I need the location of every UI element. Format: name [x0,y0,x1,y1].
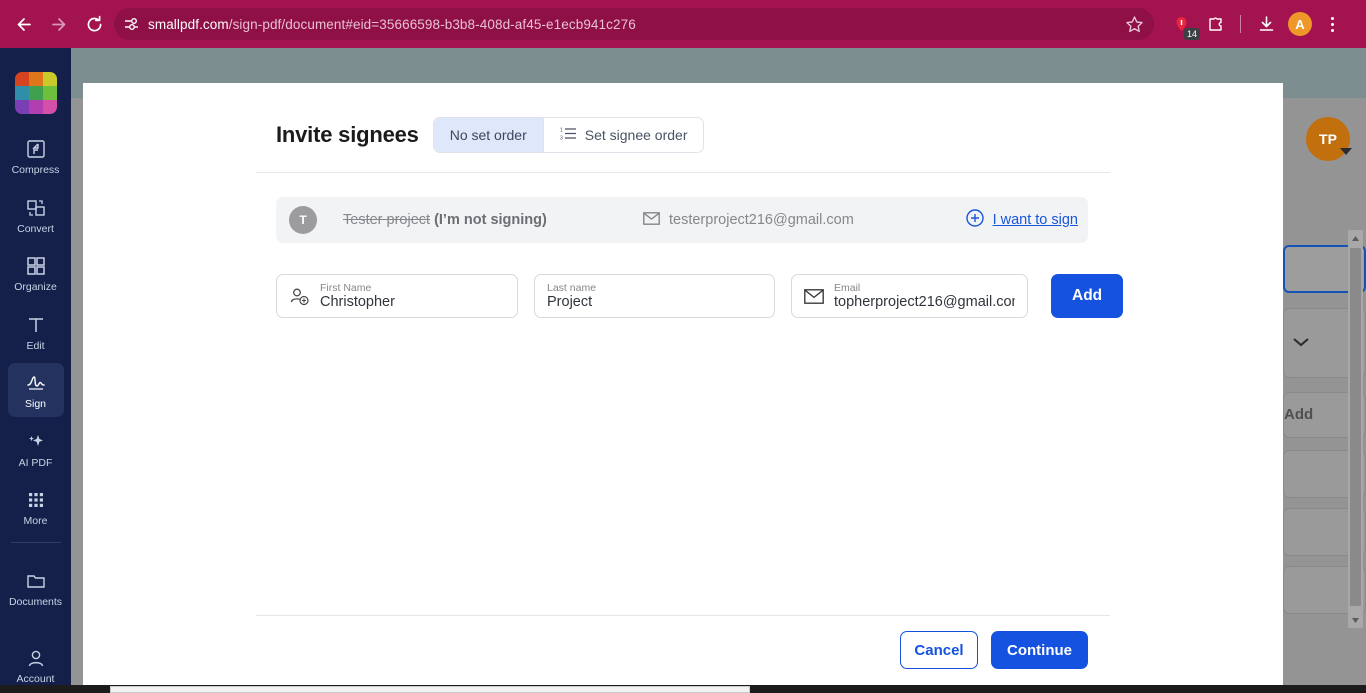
signee-name: Tester project (I’m not signing) [343,212,643,228]
organize-icon [25,255,47,277]
screen: TP Add Compress Convert Organize Edit Si… [0,0,1366,693]
envelope-icon [804,288,824,304]
grid-dots-icon [25,489,47,511]
url-host: smallpdf.com [148,16,229,32]
toolbar-actions: 14 A [1166,8,1345,40]
signee-email: testerproject216@gmail.com [643,211,854,229]
scroll-down-arrow-icon[interactable] [1348,612,1363,628]
kebab-menu-icon[interactable] [1319,9,1345,39]
sidebar-item-label: Account [16,673,55,685]
url-text: smallpdf.com/sign-pdf/document#eid=35666… [148,17,636,32]
scroll-up-arrow-icon[interactable] [1348,230,1363,246]
tab-set-signee-order[interactable]: 1 3 Set signee order [543,118,704,152]
modal-divider-top [256,172,1110,173]
sidebar-item-label: More [23,515,48,527]
chevron-down-icon [1293,338,1309,347]
sidebar-item-more[interactable]: More [8,480,64,534]
forward-arrow-icon[interactable] [44,10,72,38]
signee-row: T Tester project (I’m not signing) teste… [276,197,1088,243]
sidebar-item-organize[interactable]: Organize [8,246,64,300]
plus-circle-icon [965,209,984,231]
compress-icon [25,138,47,160]
sidebar-item-documents[interactable]: Documents [8,561,64,615]
envelope-icon [643,211,660,229]
sidebar-item-label: Sign [24,398,46,410]
taskbar-window [110,686,750,693]
sidebar-item-account[interactable]: Account [8,638,64,692]
i-want-to-sign-button[interactable]: I want to sign [965,209,1078,231]
sidebar-item-convert[interactable]: Convert [8,188,64,242]
sidebar-item-compress[interactable]: Compress [8,129,64,183]
background-add-label: Add [1284,406,1314,423]
signee-not-signing-note: (I’m not signing) [434,212,547,228]
account-caret-icon[interactable] [1340,148,1352,155]
sparkles-icon [25,431,47,453]
download-icon[interactable] [1251,9,1281,39]
modal-divider-bottom [256,615,1110,616]
sidebar-item-label: Compress [11,164,60,176]
sidebar-item-label: Edit [26,339,45,352]
sidebar-item-sign[interactable]: Sign [7,363,64,417]
page-title: Invite signees [276,122,419,147]
i-want-to-sign-label: I want to sign [992,212,1078,228]
last-name-input[interactable]: Project [547,294,596,310]
folder-icon [25,570,47,592]
star-icon[interactable] [1120,10,1148,38]
person-add-icon [289,286,310,307]
sidebar-item-label: AI PDF [18,456,53,469]
address-bar[interactable]: smallpdf.com/sign-pdf/document#eid=35666… [114,8,1154,40]
profile-initial: A [1288,12,1312,36]
back-arrow-icon[interactable] [10,10,38,38]
signee-order-tabs: No set order 1 3 Set signee order [432,117,705,153]
email-field[interactable]: Email topherproject216@gmail.com [791,274,1028,318]
extension-badge-count: 14 [1183,28,1200,40]
toolbar-separator [1240,15,1241,33]
profile-avatar[interactable]: A [1285,9,1315,39]
site-settings-icon[interactable] [114,16,148,33]
person-icon [25,647,47,669]
add-signee-form: First Name Christopher Last name Project… [276,274,1124,318]
cancel-button[interactable]: Cancel [900,631,978,669]
signature-icon [25,372,47,394]
sidebar-item-label: Convert [17,222,54,235]
continue-button[interactable]: Continue [991,631,1088,669]
smallpdf-logo[interactable] [14,72,57,114]
email-label: Email [834,282,861,294]
app-sidebar: Compress Convert Organize Edit Sign AI P… [0,48,71,693]
edit-text-icon [25,314,47,336]
reload-icon[interactable] [80,10,108,38]
last-name-label: Last name [547,282,597,294]
first-name-field[interactable]: First Name Christopher [276,274,518,318]
scrollbar-thumb[interactable] [1350,248,1361,606]
sidebar-divider [10,541,61,543]
numbered-list-icon: 1 3 [560,126,577,144]
signee-name-text: Tester project [343,212,431,228]
modal-header: Invite signees No set order 1 3 Set sign… [276,117,705,153]
tab-label: Set signee order [584,127,688,143]
sidebar-item-ai-pdf[interactable]: AI PDF [8,422,64,476]
tab-label: No set order [449,127,527,143]
puzzle-piece-icon[interactable] [1200,9,1230,39]
signee-email-text: testerproject216@gmail.com [669,212,854,228]
sidebar-item-edit[interactable]: Edit [8,305,64,359]
url-path: /sign-pdf/document#eid=35666598-b3b8-408… [228,16,636,32]
tab-no-set-order[interactable]: No set order [433,118,543,152]
first-name-input[interactable]: Christopher [320,294,395,310]
page-scrollbar[interactable] [1348,230,1363,628]
extension-icon[interactable]: 14 [1166,9,1200,40]
add-signee-button[interactable]: Add [1051,274,1124,318]
os-taskbar [0,685,1366,693]
invite-signees-modal: Invite signees No set order 1 3 Set sign… [83,83,1283,685]
avatar: T [289,206,317,234]
sidebar-item-label: Organize [14,281,57,293]
svg-text:3: 3 [560,136,563,142]
convert-icon [25,197,47,219]
first-name-label: First Name [320,282,372,294]
sidebar-item-label: Documents [8,595,63,608]
last-name-field[interactable]: Last name Project [534,274,775,318]
email-input[interactable]: topherproject216@gmail.com [834,294,1015,310]
svg-text:1: 1 [560,128,563,134]
browser-toolbar: smallpdf.com/sign-pdf/document#eid=35666… [0,0,1366,48]
